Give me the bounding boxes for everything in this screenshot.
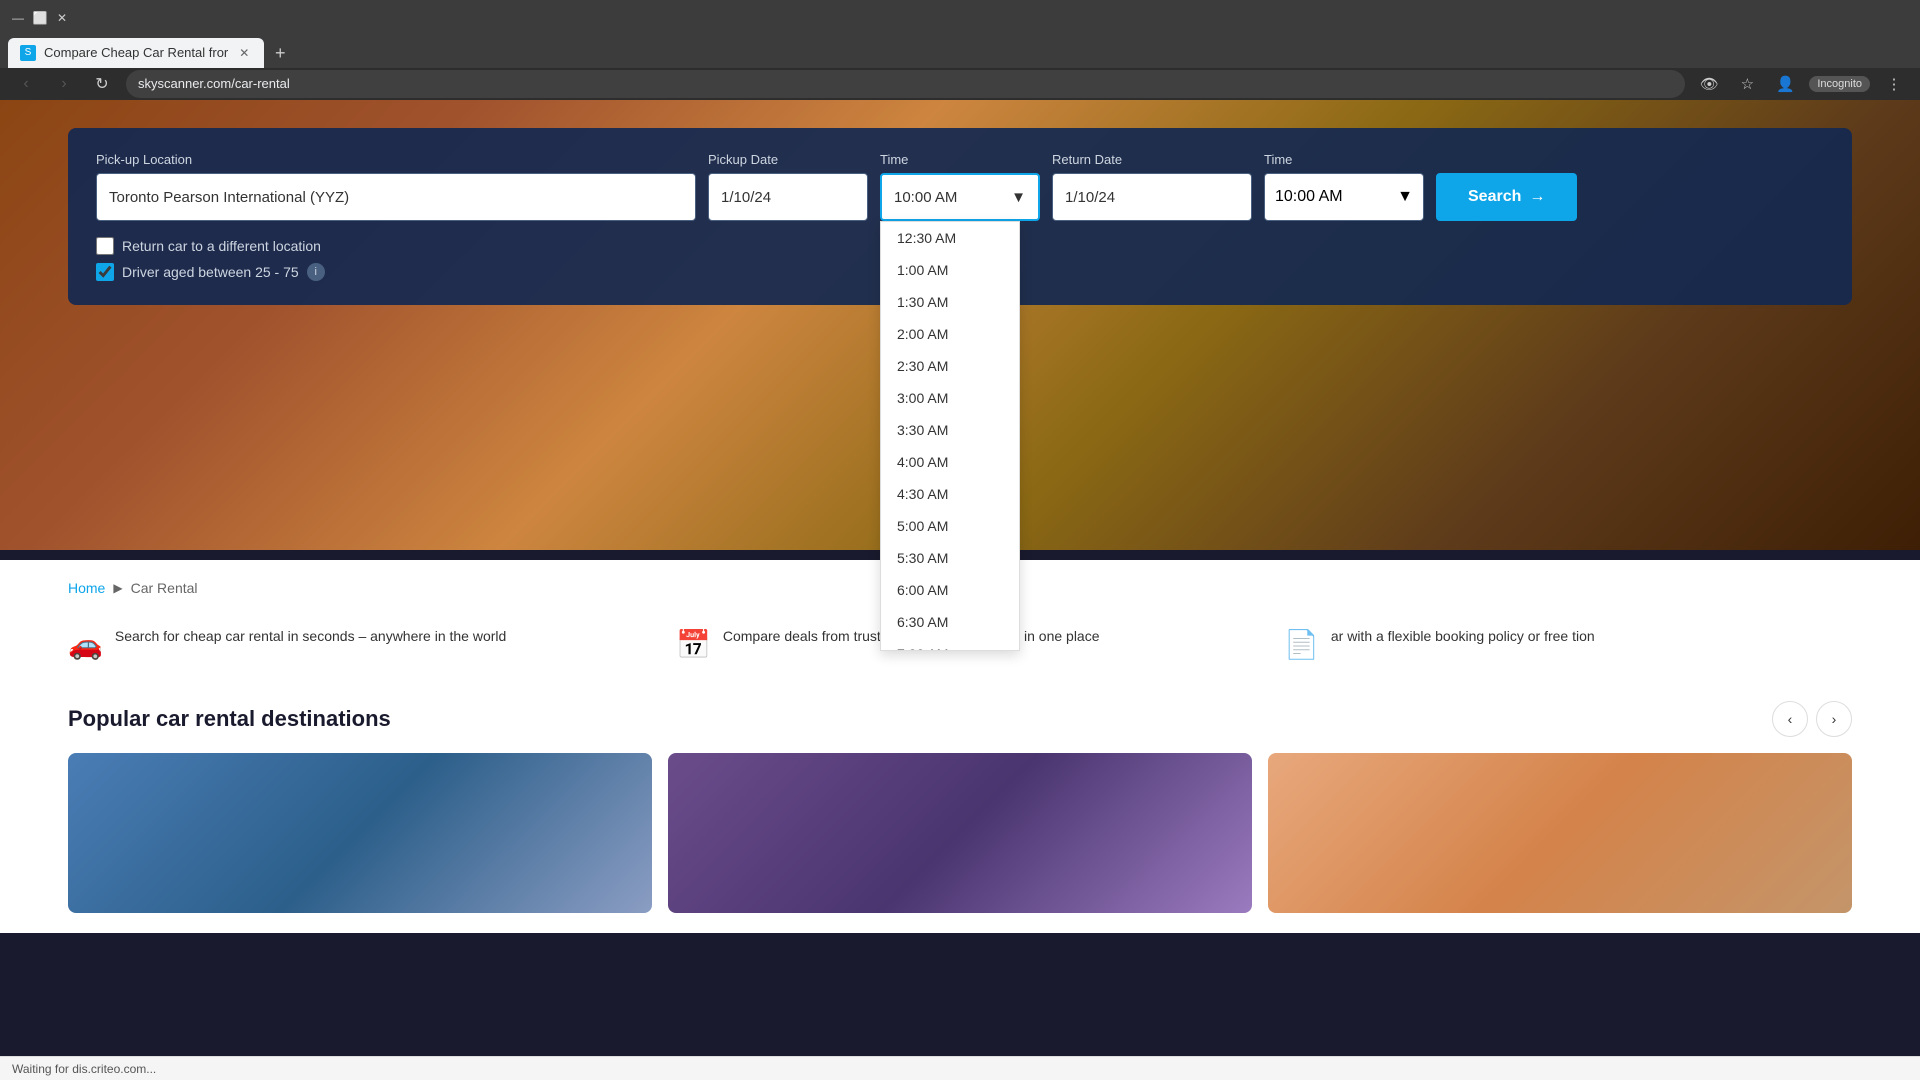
prev-arrow-button[interactable]: ‹ [1772,701,1808,737]
popular-section: Popular car rental destinations ‹ › [68,701,1852,913]
bookmark-icon[interactable]: ☆ [1733,70,1761,98]
destination-card-1[interactable] [68,753,652,913]
return-time-group: Time 10:00 AM ▼ [1264,152,1424,221]
return-date-group: Return Date [1052,152,1252,221]
destination-card-3[interactable] [1268,753,1852,913]
title-bar: — ⬜ ✕ [0,0,1920,36]
car-icon: 🚗 [68,628,103,661]
search-row: Pick-up Location Pickup Date Time 10:00 … [96,152,1824,221]
document-icon: 📄 [1284,628,1319,661]
breadcrumb-separator: ▶ [113,581,122,595]
destination-card-2[interactable] [668,753,1252,913]
section-title: Popular car rental destinations [68,706,391,732]
return-time-arrow-icon: ▼ [1397,188,1413,206]
menu-icon[interactable]: ⋮ [1880,70,1908,98]
tab-favicon: S [20,45,36,61]
section-header: Popular car rental destinations ‹ › [68,701,1852,737]
feature-item-3: 📄 ar with a flexible booking policy or f… [1284,626,1852,661]
time-option-430am[interactable]: 4:30 AM [881,478,1019,510]
next-arrow-button[interactable]: › [1816,701,1852,737]
return-date-input[interactable] [1052,173,1252,221]
time-option-600am[interactable]: 6:00 AM [881,574,1019,606]
feature-item-1: 🚗 Search for cheap car rental in seconds… [68,626,636,661]
minimize-button[interactable]: — [10,10,26,26]
dropdown-arrow-icon: ▼ [1011,189,1026,206]
return-different-label: Return car to a different location [122,238,321,254]
selected-time-display: 10:00 AM [894,189,957,206]
pickup-location-group: Pick-up Location [96,152,696,221]
status-bar: Waiting for dis.criteo.com... [0,1056,1920,1080]
return-different-checkbox[interactable] [96,237,114,255]
destination-card-bg-2 [668,753,1252,913]
time-select-wrapper: 10:00 AM ▼ 12:30 AM 1:00 AM 1:30 AM 2:00… [880,173,1040,221]
incognito-badge[interactable]: Incognito [1809,76,1870,92]
status-text: Waiting for dis.criteo.com... [12,1062,156,1076]
time-dropdown[interactable]: 12:30 AM 1:00 AM 1:30 AM 2:00 AM 2:30 AM… [880,221,1020,651]
pickup-date-group: Pickup Date [708,152,868,221]
maximize-button[interactable]: ⬜ [32,10,48,26]
driver-age-info-icon[interactable]: i [307,263,325,281]
browser-chrome: — ⬜ ✕ S Compare Cheap Car Rental fror ✕ … [0,0,1920,100]
destination-card-bg-3 [1268,753,1852,913]
destination-card-bg-1 [68,753,652,913]
driver-age-checkbox[interactable] [96,263,114,281]
return-date-label: Return Date [1052,152,1252,167]
calendar-icon: 📅 [676,628,711,661]
refresh-button[interactable]: ↻ [88,70,116,98]
return-time-button[interactable]: 10:00 AM ▼ [1264,173,1424,221]
close-button[interactable]: ✕ [54,10,70,26]
return-time-label: Time [1264,152,1424,167]
profile-icon[interactable]: 👤 [1771,70,1799,98]
driver-age-label: Driver aged between 25 - 75 [122,264,299,280]
back-button[interactable]: ‹ [12,70,40,98]
pickup-time-group: Time 10:00 AM ▼ 12:30 AM 1:00 AM 1:30 AM… [880,152,1040,221]
eye-slash-icon[interactable]: 👁 [1695,70,1723,98]
forward-button[interactable]: › [50,70,78,98]
time-option-330am[interactable]: 3:30 AM [881,414,1019,446]
nav-arrows: ‹ › [1772,701,1852,737]
url-bar[interactable] [126,70,1685,98]
feature-text-1: Search for cheap car rental in seconds –… [115,626,506,647]
tab-title: Compare Cheap Car Rental fror [44,45,228,60]
tab-bar: S Compare Cheap Car Rental fror ✕ + [0,36,1920,68]
search-button[interactable]: Search → [1436,173,1577,221]
pickup-date-label: Pickup Date [708,152,868,167]
pickup-time-label: Time [880,152,1040,167]
pickup-time-button[interactable]: 10:00 AM ▼ [880,173,1040,221]
page-content: Pick-up Location Pickup Date Time 10:00 … [0,100,1920,1080]
time-option-300am[interactable]: 3:00 AM [881,382,1019,414]
time-option-130am[interactable]: 1:30 AM [881,286,1019,318]
breadcrumb-current: Car Rental [131,580,198,596]
time-option-1230am[interactable]: 12:30 AM [881,222,1019,254]
time-option-500am[interactable]: 5:00 AM [881,510,1019,542]
time-option-530am[interactable]: 5:30 AM [881,542,1019,574]
time-option-230am[interactable]: 2:30 AM [881,350,1019,382]
address-bar: ‹ › ↻ 👁 ☆ 👤 Incognito ⋮ [0,68,1920,100]
window-controls: — ⬜ ✕ [10,10,70,26]
active-tab[interactable]: S Compare Cheap Car Rental fror ✕ [8,38,264,68]
destination-cards [68,753,1852,913]
time-option-100am[interactable]: 1:00 AM [881,254,1019,286]
time-option-400am[interactable]: 4:00 AM [881,446,1019,478]
pickup-location-label: Pick-up Location [96,152,696,167]
pickup-location-input[interactable] [96,173,696,221]
search-arrow-icon: → [1529,188,1545,206]
tab-close-button[interactable]: ✕ [236,45,252,61]
feature-text-3: ar with a flexible booking policy or fre… [1331,626,1595,647]
breadcrumb-home[interactable]: Home [68,580,105,596]
return-time-value: 10:00 AM [1275,188,1343,206]
time-option-200am[interactable]: 2:00 AM [881,318,1019,350]
time-option-700am[interactable]: 7:00 AM [881,638,1019,651]
pickup-date-input[interactable] [708,173,868,221]
new-tab-button[interactable]: + [266,40,294,68]
search-button-label: Search [1468,188,1521,206]
search-widget: Pick-up Location Pickup Date Time 10:00 … [68,128,1852,305]
time-option-630am[interactable]: 6:30 AM [881,606,1019,638]
